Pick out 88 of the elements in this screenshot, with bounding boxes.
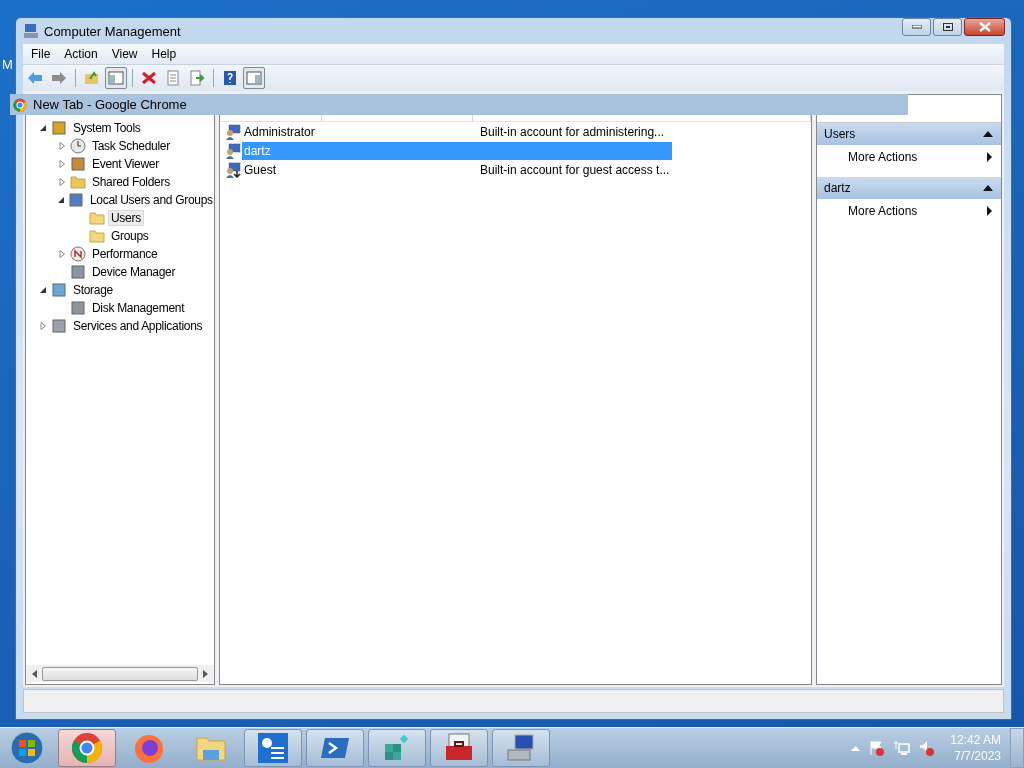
export-icon [189, 70, 205, 86]
submenu-arrow-icon [987, 152, 992, 162]
delete-icon [141, 70, 157, 86]
action-group-header[interactable]: dartz [817, 177, 1001, 199]
user-name: dartz [243, 143, 272, 158]
collapse-arrow-icon[interactable] [983, 131, 993, 137]
collapsed-arrow-icon[interactable] [58, 178, 66, 186]
help-icon [222, 70, 238, 86]
collapsed-arrow-icon[interactable] [58, 160, 66, 168]
maximize-button[interactable] [933, 18, 962, 36]
guest-user-icon [225, 161, 241, 178]
clock-date: 7/7/2023 [954, 748, 1001, 764]
chrome-icon [71, 732, 103, 764]
clock-icon [70, 138, 86, 154]
restore-icon [942, 23, 953, 31]
user-icon [225, 123, 241, 140]
tree-item[interactable]: Disk Management [89, 300, 188, 316]
user-row[interactable]: Administrator Built-in account for administering... [242, 122, 672, 141]
speaker-icon[interactable] [919, 740, 936, 756]
action-item[interactable]: More Actions [848, 204, 918, 218]
tree-item[interactable]: Storage [70, 282, 116, 298]
tree-item[interactable]: Services and Applications [70, 318, 206, 334]
chrome-icon [13, 97, 27, 112]
collapse-arrow-icon[interactable] [983, 185, 993, 191]
clock-time: 12:42 AM [950, 732, 1001, 748]
action-group-title: dartz [824, 181, 851, 195]
user-description: Built-in account for guest access t... [479, 162, 670, 177]
scroll-left-icon[interactable] [32, 669, 38, 678]
tree-item[interactable]: Local Users and Groups [87, 192, 216, 208]
close-button[interactable] [964, 18, 1005, 36]
flag-icon[interactable] [869, 740, 886, 756]
window-title: Computer Management [44, 23, 181, 39]
collapsed-arrow-icon[interactable] [58, 142, 66, 150]
toolbar-button[interactable] [243, 67, 265, 89]
expanded-arrow-icon[interactable] [39, 286, 47, 294]
windows-logo-icon [10, 731, 44, 765]
close-icon [978, 22, 991, 32]
menu-item[interactable]: View [105, 47, 144, 61]
shared-folder-icon [70, 174, 86, 190]
panel-icon [108, 70, 124, 86]
properties-icon [165, 70, 181, 86]
show-hidden-icons-icon[interactable] [851, 745, 861, 751]
action-group-header[interactable]: Users [817, 123, 1001, 145]
back-icon [27, 70, 43, 86]
collapsed-arrow-icon[interactable] [58, 250, 66, 258]
tree-item[interactable]: System Tools [70, 120, 144, 136]
user-description: Built-in account for administering... [479, 124, 665, 139]
submenu-arrow-icon [987, 206, 992, 216]
expanded-arrow-icon[interactable] [39, 124, 47, 132]
desktop-icon-label: M [2, 57, 13, 72]
panel-icon [246, 70, 262, 86]
user-name: Guest [243, 162, 277, 177]
computer-icon [505, 732, 537, 764]
computer-icon [23, 23, 39, 39]
tree-item[interactable]: Device Manager [89, 264, 179, 280]
tree-item[interactable]: Event Viewer [89, 156, 162, 172]
menu-item[interactable]: Action [58, 47, 104, 61]
menu-item[interactable]: Help [145, 47, 183, 61]
expanded-arrow-icon[interactable] [57, 196, 65, 204]
user-icon [225, 142, 241, 159]
action-group-title: Users [824, 127, 856, 141]
collapsed-arrow-icon[interactable] [39, 322, 47, 330]
tree-item[interactable]: Shared Folders [89, 174, 173, 190]
menu-item[interactable]: File [25, 47, 57, 61]
user-row[interactable]: Guest Built-in account for guest access t... [242, 160, 672, 179]
taskbar-button[interactable] [430, 729, 488, 767]
toolbar-button[interactable] [105, 67, 127, 89]
taskbar-button[interactable] [492, 729, 550, 767]
tooltip-text: New Tab - Google Chrome [33, 97, 187, 112]
action-item[interactable]: More Actions [848, 150, 918, 164]
folder-icon [89, 210, 105, 226]
firefox-icon [133, 732, 165, 764]
scrollbar-thumb[interactable] [42, 666, 198, 681]
tree-item[interactable]: Users [108, 210, 144, 226]
up-folder-icon [84, 70, 100, 86]
forward-icon [51, 70, 67, 86]
network-icon[interactable] [894, 740, 911, 756]
folder-icon [89, 228, 105, 244]
taskbar-button[interactable] [244, 729, 302, 767]
tree-item[interactable]: Groups [108, 228, 152, 244]
tree-item[interactable]: Task Scheduler [89, 138, 173, 154]
minimize-icon [911, 25, 922, 29]
gauge-icon [70, 246, 86, 262]
show-desktop-button[interactable] [1010, 728, 1024, 768]
scroll-right-icon[interactable] [202, 669, 208, 678]
user-name: Administrator [243, 124, 316, 139]
tree-item[interactable]: Performance [89, 246, 161, 262]
horizontal-scrollbar[interactable] [26, 665, 214, 682]
